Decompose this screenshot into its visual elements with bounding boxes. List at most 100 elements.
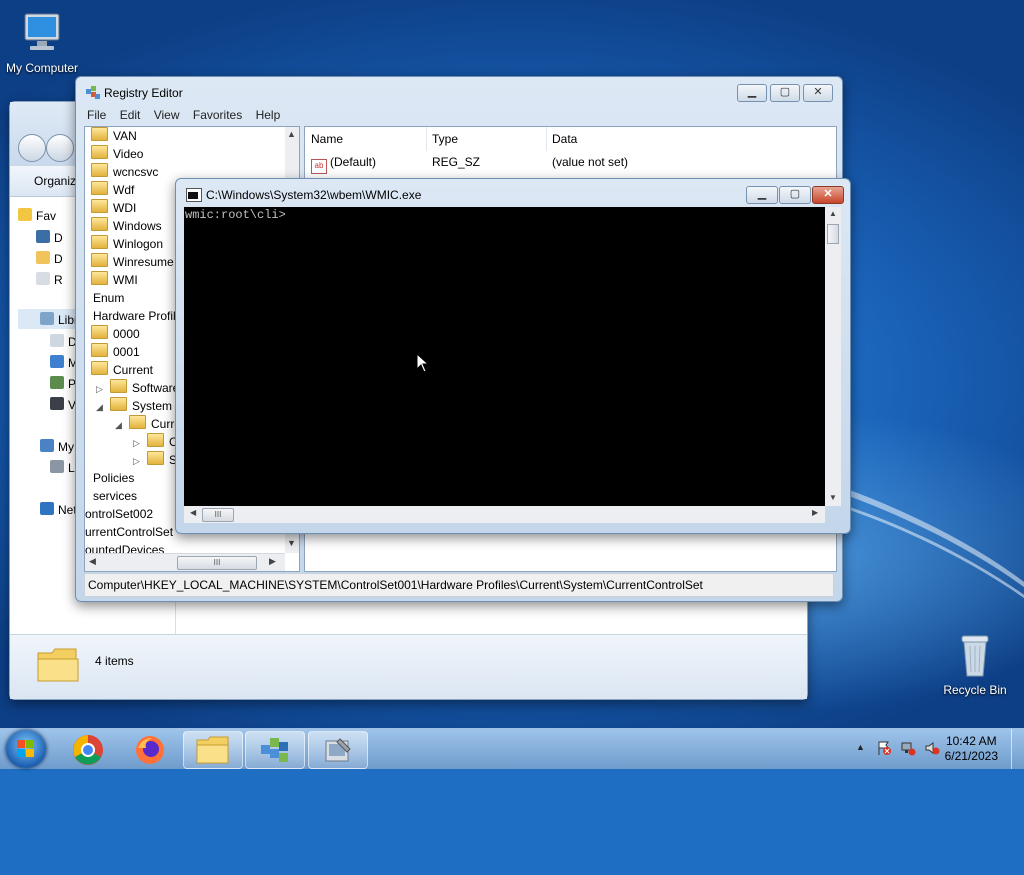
tree-node[interactable]: Hardware Profil [93,307,176,325]
taskbar: ▲ 10:42 AM 6/21/2023 [0,728,1024,769]
desktop-icon-label: My Computer [5,61,79,75]
tree-node[interactable]: ontrolSet002 [85,505,153,523]
nav-item[interactable]: D [36,230,63,245]
scroll-left-icon[interactable]: ◀ [89,556,96,567]
tree-node[interactable]: Current [91,361,153,379]
mouse-cursor-icon [416,352,430,377]
tree-node[interactable]: 0001 [91,343,140,361]
close-button[interactable]: ✕ [803,84,833,102]
tree-node[interactable]: VAN [91,127,137,145]
menu-edit[interactable]: Edit [120,108,141,122]
tree-node-selected[interactable]: ◢ Curre [115,415,181,433]
action-center-icon[interactable] [876,740,892,756]
tree-node[interactable]: Winresume [91,253,174,271]
column-header-data[interactable]: Data [546,127,834,151]
scroll-up-icon[interactable]: ▲ [287,129,296,139]
organize-button[interactable]: Organiz [34,174,76,188]
scroll-thumb[interactable] [827,224,839,244]
back-button[interactable] [18,134,46,162]
scroll-up-icon[interactable]: ▲ [829,209,837,218]
console-prompt: wmic:root\cli> [185,208,286,222]
tree-node[interactable]: urrentControlSet [85,523,173,541]
tree-horizontal-scrollbar[interactable]: ◀ III ▶ [85,553,285,571]
tree-node[interactable]: Windows [91,217,162,235]
collapse-arrow-icon[interactable]: ◢ [96,398,106,416]
recycle-bin-icon [933,630,1017,681]
registry-path-status: Computer\HKEY_LOCAL_MACHINE\SYSTEM\Contr… [84,573,834,597]
star-icon [18,208,32,221]
menu-view[interactable]: View [154,108,180,122]
scroll-thumb[interactable]: III [202,508,234,522]
scroll-down-icon[interactable]: ▼ [829,493,837,502]
taskbar-firefox[interactable] [121,731,179,767]
regedit-titlebar[interactable]: Registry Editor ▁ ▢ ✕ [76,77,842,107]
scroll-thumb[interactable]: III [177,556,257,570]
tree-node[interactable]: wcncsvc [91,163,158,181]
show-hidden-icons-icon[interactable]: ▲ [856,742,865,752]
registry-icon [261,738,288,762]
volume-muted-icon[interactable] [924,740,940,756]
nav-item[interactable]: R [36,272,63,287]
explorer-icon [196,736,229,764]
column-header-type[interactable]: Type [426,127,547,151]
expand-arrow-icon[interactable]: ▷ [133,434,143,452]
desktop-icon-my-computer[interactable]: My Computer [0,10,84,75]
scroll-right-icon[interactable]: ▶ [269,556,276,567]
collapse-arrow-icon[interactable]: ◢ [115,416,125,434]
maximize-button[interactable]: ▢ [770,84,800,102]
folder-icon [91,343,108,357]
tree-node[interactable]: ▷ S [133,451,177,469]
console-output[interactable]: wmic:root\cli> [184,207,825,506]
menu-file[interactable]: File [87,108,106,122]
desktop-icon-label: Recycle Bin [943,683,1007,697]
tree-node[interactable]: ▷ Software [96,379,179,397]
show-desktop-button[interactable] [1011,729,1024,769]
tree-node[interactable]: Video [91,145,143,163]
value-data: (value not set) [552,155,629,169]
clock-date: 6/21/2023 [944,749,998,763]
taskbar-chrome[interactable] [59,731,117,767]
network-icon[interactable] [900,740,916,756]
console-vertical-scrollbar[interactable]: ▲ ▼ [825,207,841,506]
console-icon [186,188,202,202]
nav-network[interactable]: Net [40,502,77,517]
registry-icon [85,85,101,101]
tree-node[interactable]: Wdf [91,181,134,199]
nav-item[interactable]: D [36,251,63,266]
tree-node[interactable]: 0000 [91,325,140,343]
taskbar-explorer[interactable] [183,731,243,769]
column-header-name[interactable]: Name [305,127,427,151]
scroll-left-icon[interactable]: ◀ [190,508,196,517]
tree-node[interactable]: Enum [93,289,124,307]
taskbar-clock[interactable]: 10:42 AM 6/21/2023 [945,734,998,764]
taskbar-wmic[interactable] [308,731,368,769]
minimize-button[interactable]: ▁ [737,84,767,102]
start-button[interactable] [6,730,46,768]
maximize-button[interactable]: ▢ [779,186,811,204]
forward-button[interactable] [46,134,74,162]
registry-value-row[interactable]: ab (Default) REG_SZ (value not set) [311,151,831,174]
nav-my-computer[interactable]: My [40,439,74,454]
system-tray: ▲ 10:42 AM 6/21/2023 [834,729,1024,769]
tree-node[interactable]: ▷ C [133,433,178,451]
tree-node[interactable]: Policies [93,469,134,487]
minimize-button[interactable]: ▁ [746,186,778,204]
tree-node[interactable]: ◢ System [96,397,172,415]
scroll-right-icon[interactable]: ▶ [812,508,818,517]
expand-arrow-icon[interactable]: ▷ [96,380,106,398]
tree-node[interactable]: WMI [91,271,138,289]
wmic-tool-icon [325,738,351,762]
tree-node[interactable]: WDI [91,199,136,217]
console-horizontal-scrollbar[interactable]: ◀ III ▶ [184,506,825,523]
tree-node[interactable]: services [93,487,137,505]
desktop-icon-recycle-bin[interactable]: Recycle Bin [933,630,1017,697]
taskbar-registry-editor[interactable] [245,731,305,769]
menu-help[interactable]: Help [256,108,281,122]
nav-favorites[interactable]: Fav [18,208,56,223]
scroll-down-icon[interactable]: ▼ [287,538,296,548]
expand-arrow-icon[interactable]: ▷ [133,452,143,470]
menu-favorites[interactable]: Favorites [193,108,242,122]
tree-node[interactable]: Winlogon [91,235,163,253]
wmic-titlebar[interactable]: C:\Windows\System32\wbem\WMIC.exe ▁ ▢ ✕ [176,179,850,209]
close-button[interactable]: ✕ [812,186,844,204]
